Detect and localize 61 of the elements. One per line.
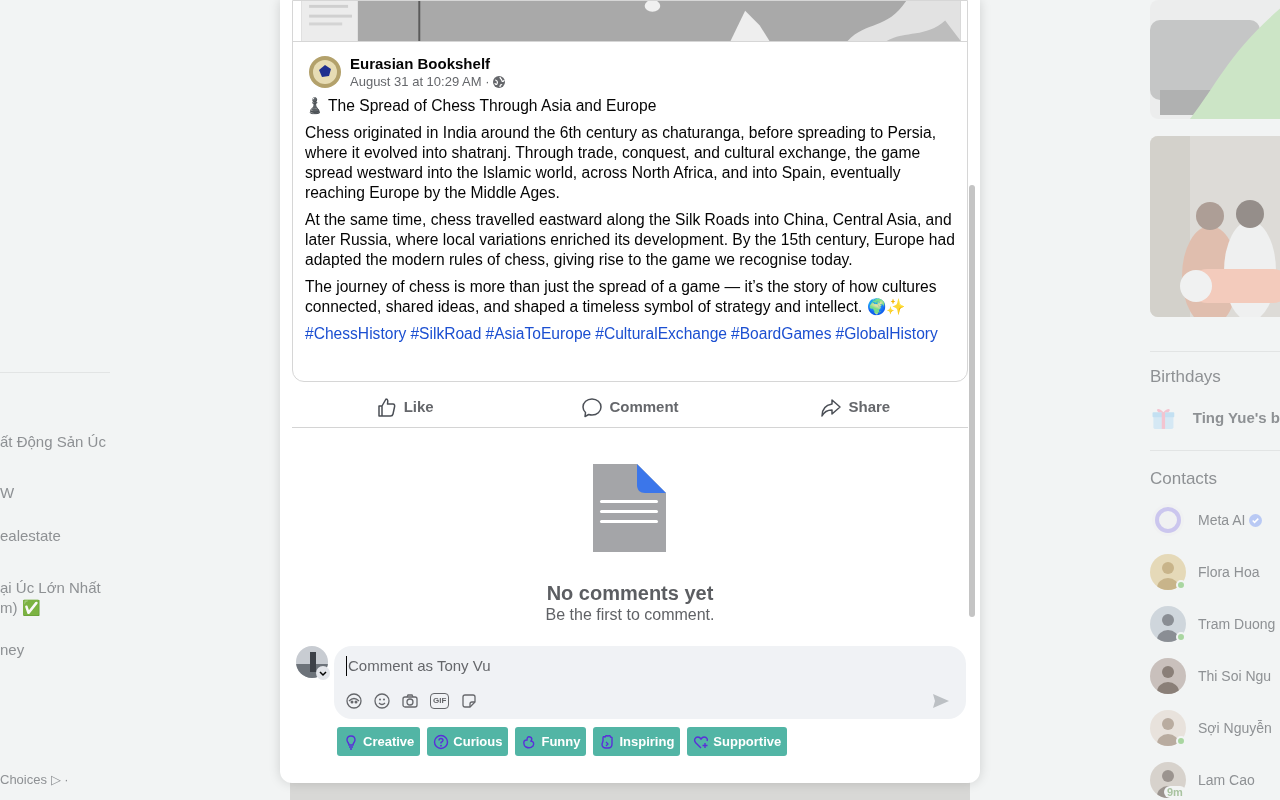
hashtag-link[interactable]: #SilkRoad bbox=[410, 324, 482, 344]
avatar-sticker-icon[interactable] bbox=[346, 693, 362, 709]
contact-item[interactable]: Sợi Nguyễn bbox=[1150, 710, 1280, 746]
section-heading: Birthdays bbox=[1150, 366, 1222, 388]
sidebar-item[interactable]: W bbox=[0, 483, 15, 503]
speech-bubble-icon bbox=[581, 396, 604, 419]
hashtag-link[interactable]: #GlobalHistory bbox=[835, 324, 938, 344]
sidebar-item[interactable]: ney bbox=[0, 640, 25, 660]
document-icon bbox=[593, 464, 667, 552]
reaction-chip[interactable]: Curious bbox=[427, 727, 509, 756]
avatar bbox=[1150, 606, 1186, 642]
page-avatar bbox=[309, 56, 341, 88]
sidebar-item[interactable]: ất Động Sản Úc bbox=[0, 432, 106, 452]
reaction-chip[interactable]: Creative bbox=[337, 727, 421, 756]
contact-item[interactable]: Flora Hoa bbox=[1150, 554, 1280, 590]
share-arrow-icon bbox=[820, 396, 843, 419]
contact-item[interactable]: Thi Soi Ngu bbox=[1150, 658, 1280, 694]
camera-icon[interactable] bbox=[402, 693, 418, 709]
lightbulb-icon bbox=[343, 733, 359, 750]
emoji-icon[interactable] bbox=[374, 693, 390, 709]
sticker-icon[interactable] bbox=[461, 693, 478, 709]
comment-button[interactable]: Comment bbox=[517, 388, 743, 427]
reaction-chip[interactable]: Inspiring bbox=[593, 727, 681, 756]
reaction-chip[interactable]: Supportive bbox=[687, 727, 788, 756]
avatar bbox=[1150, 710, 1186, 746]
avatar bbox=[1150, 658, 1186, 694]
share-button[interactable]: Share bbox=[742, 388, 968, 427]
question-mark-icon bbox=[433, 733, 450, 750]
avatar bbox=[1150, 762, 1186, 798]
empty-state-title: No comments yet bbox=[546, 581, 714, 605]
scrollbar-thumb[interactable] bbox=[969, 185, 975, 617]
contact-item[interactable]: 9m Lam Cao bbox=[1150, 762, 1280, 798]
hashtag-link[interactable]: #CulturalExchange bbox=[595, 324, 727, 344]
contact-item[interactable]: Meta AI bbox=[1150, 502, 1280, 538]
footer-link[interactable]: Choices ▷ · bbox=[0, 770, 69, 790]
hashtag-link[interactable]: #ChessHistory bbox=[305, 324, 407, 344]
reaction-chip[interactable]: Funny bbox=[515, 727, 587, 756]
contact-item[interactable]: Tram Duong bbox=[1150, 606, 1280, 642]
sidebar-item[interactable]: ại Úc Lớn Nhất m) ✅ bbox=[0, 578, 101, 618]
globe-icon bbox=[493, 76, 506, 88]
post-title: ♟ The Spread of Chess Through Asia and Europe bbox=[305, 96, 658, 116]
like-button[interactable]: Like bbox=[292, 388, 518, 427]
empty-state-text: Be the first to comment. bbox=[545, 605, 715, 625]
post-paragraph: At the same time, chess travelled eastward along the Silk Roads into China, Central Asia, and later Russia, where local variations enriched its development. By the 15th century, Europe had adapted the modern rules of chess, giving rise to the game we recognise today. bbox=[305, 210, 955, 270]
away-badge: 9m bbox=[1164, 786, 1186, 798]
thumbs-up-icon bbox=[375, 396, 398, 419]
avatar bbox=[1150, 554, 1186, 590]
post-paragraph: The journey of chess is more than just the spread of a game — it’s the story of how cultures connected, shared ideas, and shaped a timeless symbol of strategy and intellect. 🌍✨ bbox=[305, 277, 938, 317]
post-time[interactable]: August 31 at 10:29 AM · bbox=[350, 74, 490, 90]
hashtag-link[interactable]: #AsiaToEurope bbox=[485, 324, 592, 344]
comment-field[interactable]: Comment as Tony Vu bbox=[346, 656, 954, 676]
birthday-text: Ting Yue's b bbox=[1192, 407, 1280, 428]
section-heading: Contacts bbox=[1150, 468, 1219, 490]
chevron-down-icon bbox=[316, 666, 330, 680]
post-paragraph: Chess originated in India around the 6th century as chaturanga, before spreading to Persia, where it evolved into shatranj. Through trade, conquest, and cultural exchange, the game spread westward into the Islamic world, across North Africa, and into Spain, eventually reaching Europe by the Middle Ages. bbox=[305, 123, 938, 203]
hashtag-link[interactable]: #BoardGames bbox=[731, 324, 832, 344]
gif-button[interactable]: GIF bbox=[430, 693, 450, 709]
heart-plus-icon bbox=[693, 733, 710, 750]
comment-box[interactable]: Comment as Tony Vu GIF bbox=[334, 646, 966, 719]
sidebar-item[interactable]: ealestate bbox=[0, 526, 61, 546]
author-name[interactable]: Eurasian Bookshelf bbox=[350, 54, 506, 74]
